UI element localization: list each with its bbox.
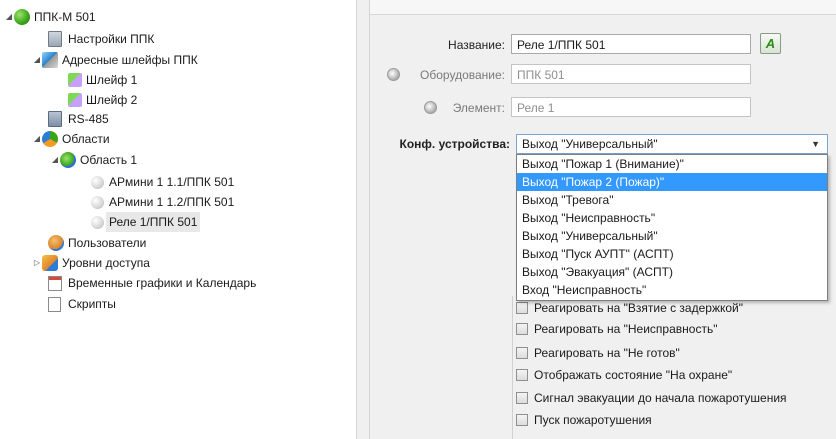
device-status-icon xyxy=(91,195,104,209)
checkbox[interactable] xyxy=(516,302,528,314)
tree-node-loop1[interactable]: Шлейф 1 xyxy=(68,70,137,90)
tree-node-device3[interactable]: Реле 1/ППК 501 xyxy=(91,212,201,232)
tree-node-settings[interactable]: Настройки ППК xyxy=(48,29,154,49)
equipment-icon xyxy=(387,68,400,81)
dropdown-option[interactable]: Вход "Неисправность" xyxy=(517,281,827,299)
loop-icon xyxy=(68,93,82,107)
tree-node-label: Временные графики и Календарь xyxy=(68,276,257,290)
device-config-dropdown: Выход "Пожар 1 (Внимание)" Выход "Пожар 2… xyxy=(516,154,828,301)
chevron-down-icon[interactable]: ▼ xyxy=(811,135,820,153)
checkbox-label: Пуск пожаротушения xyxy=(534,413,652,427)
equipment-field: ППК 501 xyxy=(511,64,751,84)
expand-arrow-icon[interactable]: ◢ xyxy=(4,7,14,27)
dropdown-option[interactable]: Выход "Пожар 2 (Пожар)" xyxy=(517,173,827,191)
tree-node-label: RS-485 xyxy=(68,112,109,126)
expand-arrow-icon[interactable]: ◢ xyxy=(32,50,42,70)
device-config-select[interactable]: Выход "Универсальный" ▼ xyxy=(516,134,828,154)
users-icon xyxy=(48,235,64,251)
tree-node-loop2[interactable]: Шлейф 2 xyxy=(68,90,137,110)
checkbox[interactable] xyxy=(516,392,528,404)
tree-node-area1[interactable]: ◢ Область 1 xyxy=(50,150,137,170)
checkbox-label: Сигнал эвакуации до начала пожаротушения xyxy=(534,391,787,405)
tree-node-label: Настройки ППК xyxy=(68,32,155,46)
checkbox-label: Реагировать на "Взятие с задержкой" xyxy=(534,301,743,315)
auto-name-button[interactable]: A xyxy=(760,33,781,54)
tree-node-label: ППК-М 501 xyxy=(34,10,96,24)
tree-node-device1[interactable]: АРмини 1 1.1/ППК 501 xyxy=(91,172,234,192)
document-icon xyxy=(48,31,62,47)
loops-icon xyxy=(42,52,58,68)
tree-node-label: АРмини 1 1.2/ППК 501 xyxy=(109,195,235,209)
auto-name-icon: A xyxy=(765,36,776,51)
tree-node-ppk[interactable]: ◢ ППК-М 501 xyxy=(4,7,96,27)
tree-node-label: Уровни доступа xyxy=(62,256,150,270)
tree-node-access[interactable]: ▷ Уровни доступа xyxy=(32,253,150,273)
area-icon xyxy=(60,152,76,168)
tree-node-rs485[interactable]: RS-485 xyxy=(48,109,109,129)
dropdown-option[interactable]: Выход "Тревога" xyxy=(517,191,827,209)
option-checkbox-row[interactable]: Сигнал эвакуации до начала пожаротушения xyxy=(516,389,787,407)
collapse-arrow-icon[interactable]: ▷ xyxy=(32,253,42,273)
option-checkbox-row[interactable]: Пуск пожаротушения xyxy=(516,411,652,429)
expand-arrow-icon[interactable]: ◢ xyxy=(32,129,42,149)
script-icon xyxy=(48,296,61,312)
element-icon xyxy=(424,101,437,114)
tree-node-label: Область 1 xyxy=(80,153,138,167)
tree-node-label: Адресные шлейфы ППК xyxy=(62,53,198,67)
dropdown-option[interactable]: Выход "Пуск АУПТ" (АСПТ) xyxy=(517,245,827,263)
checkbox[interactable] xyxy=(516,414,528,426)
option-checkbox-row[interactable]: Реагировать на "Взятие с задержкой" xyxy=(516,299,743,317)
tree-node-areas[interactable]: ◢ Области xyxy=(32,129,110,149)
panel-header-strip xyxy=(370,0,836,15)
name-label: Название: xyxy=(448,38,505,52)
option-checkbox-row[interactable]: Отображать состояние "На охране" xyxy=(516,366,732,384)
option-checkbox-row[interactable]: Реагировать на "Не готов" xyxy=(516,344,680,362)
tree-node-schedules[interactable]: Временные графики и Календарь xyxy=(48,273,256,293)
dropdown-option[interactable]: Выход "Универсальный" xyxy=(517,227,827,245)
dropdown-option[interactable]: Выход "Пожар 1 (Внимание)" xyxy=(517,155,827,173)
tree-node-users[interactable]: Пользователи xyxy=(48,233,146,253)
dropdown-option[interactable]: Выход "Неисправность" xyxy=(517,209,827,227)
name-input[interactable]: Реле 1/ППК 501 xyxy=(511,34,751,54)
tree-node-label: Скрипты xyxy=(68,297,116,311)
option-checkbox-row[interactable]: Реагировать на "Неисправность" xyxy=(516,320,717,338)
properties-panel: Название: Реле 1/ППК 501 A Оборудование:… xyxy=(370,0,836,439)
tree-node-label: Пользователи xyxy=(68,236,147,250)
tree-node-device2[interactable]: АРмини 1 1.2/ППК 501 xyxy=(91,192,234,212)
element-label: Элемент: xyxy=(452,101,505,115)
checkbox-label: Реагировать на "Неисправность" xyxy=(534,322,718,336)
expand-arrow-icon[interactable]: ◢ xyxy=(50,150,60,170)
dropdown-option[interactable]: Выход "Эвакуация" (АСПТ) xyxy=(517,263,827,281)
checkbox-label: Отображать состояние "На охране" xyxy=(534,368,733,382)
checkbox[interactable] xyxy=(516,347,528,359)
element-field: Реле 1 xyxy=(511,97,751,117)
tree-node-label: АРмини 1 1.1/ППК 501 xyxy=(109,175,235,189)
loop-icon xyxy=(68,73,82,87)
device-status-icon xyxy=(91,215,104,229)
checkbox[interactable] xyxy=(516,369,528,381)
calendar-icon xyxy=(48,275,62,291)
tree-node-label: Реле 1/ППК 501 xyxy=(106,212,201,232)
tree-node-label: Шлейф 2 xyxy=(86,93,138,107)
panel-splitter[interactable] xyxy=(356,0,370,439)
checkbox-label: Реагировать на "Не готов" xyxy=(534,346,680,360)
rs485-icon xyxy=(48,111,62,127)
tree-node-label: Шлейф 1 xyxy=(86,73,138,87)
status-ball-icon xyxy=(14,9,30,25)
device-config-label: Конф. устройства: xyxy=(399,137,510,151)
device-config-value: Выход "Универсальный" xyxy=(522,137,658,151)
tree-node-label: Области xyxy=(62,132,110,146)
tree-node-scripts[interactable]: Скрипты xyxy=(48,294,116,314)
device-status-icon xyxy=(91,175,104,189)
areas-icon xyxy=(42,131,58,147)
equipment-label: Оборудование: xyxy=(420,68,505,82)
access-levels-icon xyxy=(42,255,58,271)
tree-node-address-loops[interactable]: ◢ Адресные шлейфы ППК xyxy=(32,50,198,70)
object-tree: ◢ ППК-М 501 Настройки ППК ◢ Адресные шле… xyxy=(0,0,356,439)
checkbox[interactable] xyxy=(516,323,528,335)
